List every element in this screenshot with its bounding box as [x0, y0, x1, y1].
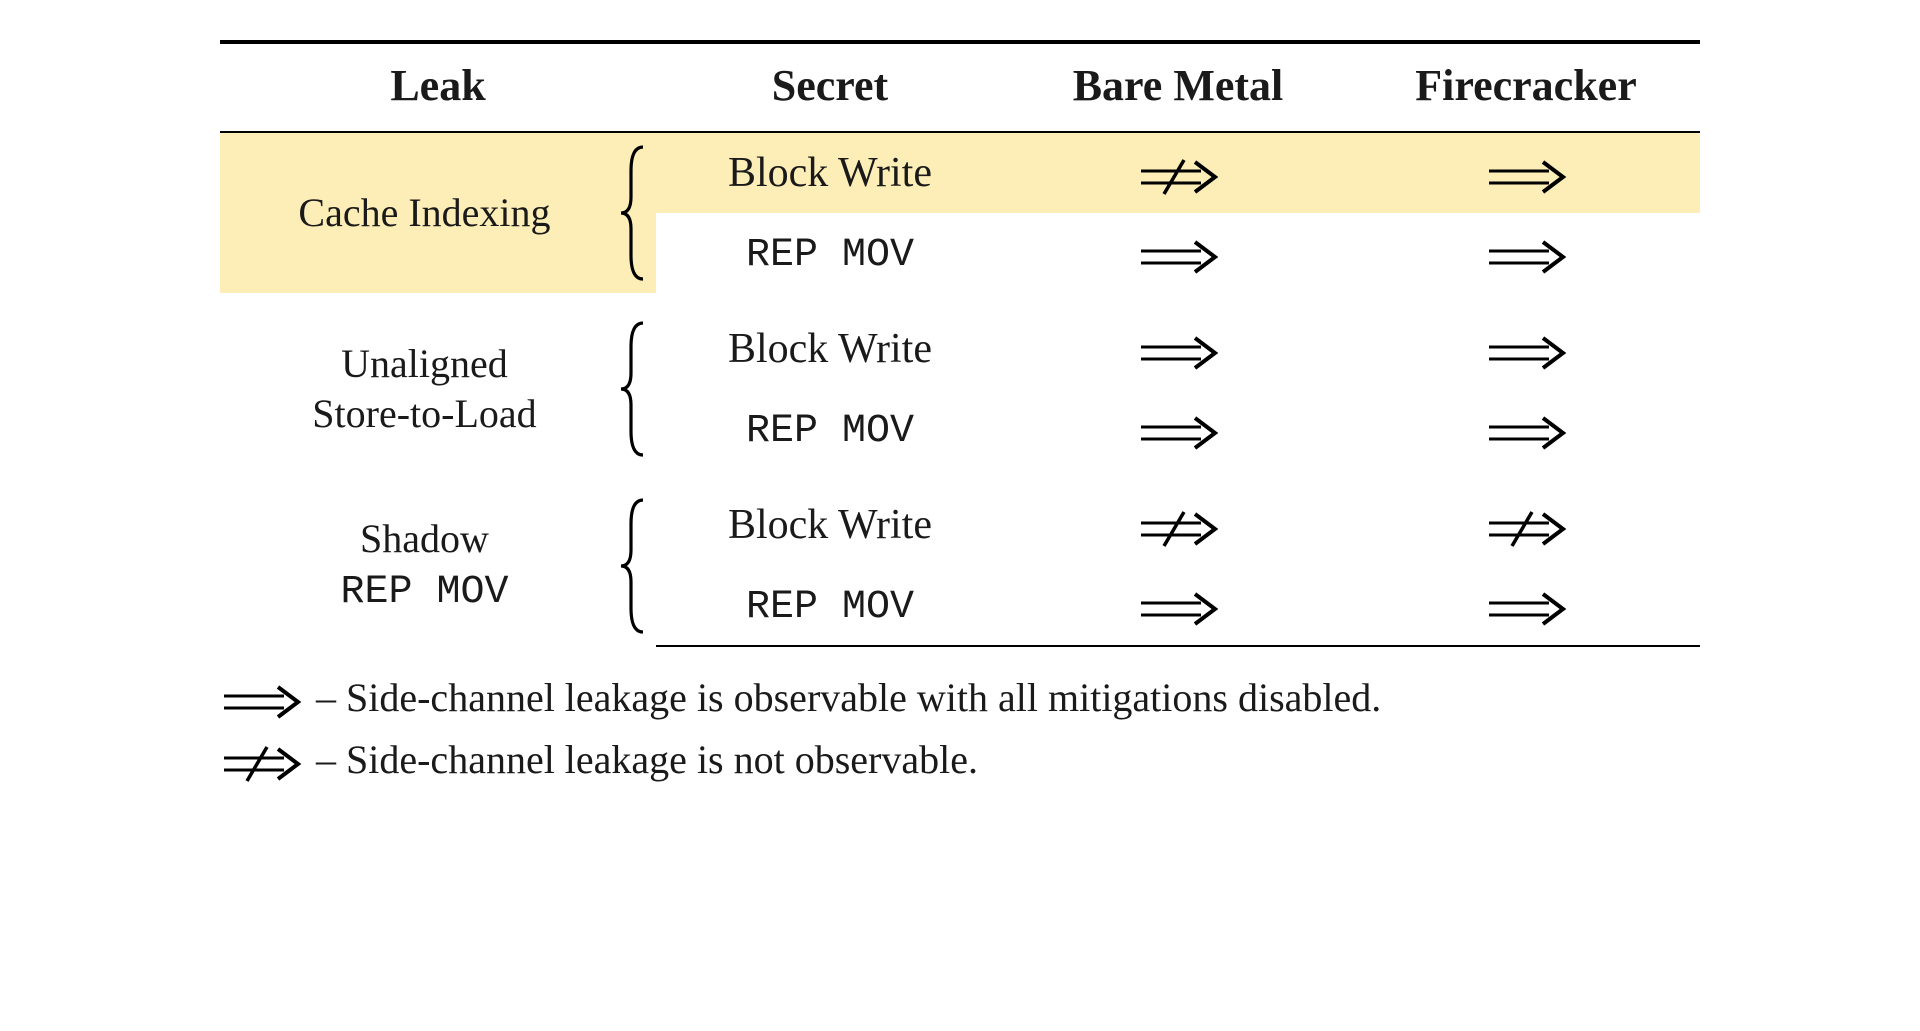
- leak-table-figure: Leak Secret Bare Metal Firecracker Cache…: [220, 40, 1700, 791]
- bare-metal-cell: [1004, 389, 1352, 469]
- arrow-observable-icon: [1485, 238, 1567, 276]
- bare-metal-cell: [1004, 565, 1352, 646]
- group-gap: [220, 469, 1700, 485]
- bare-metal-cell: [1004, 213, 1352, 293]
- arrow-observable-icon: [1485, 590, 1567, 628]
- firecracker-cell: [1352, 213, 1700, 293]
- legend-not-observable-text: – Side-channel leakage is not observable…: [316, 737, 978, 782]
- arrow-not-observable-icon: [1485, 510, 1567, 548]
- arrow-observable-icon: [1137, 334, 1219, 372]
- secret-cell: Block Write: [656, 132, 1004, 213]
- firecracker-cell: [1352, 309, 1700, 389]
- secret-cell: Block Write: [656, 309, 1004, 389]
- leak-table: Leak Secret Bare Metal Firecracker Cache…: [220, 40, 1700, 647]
- firecracker-cell: [1352, 389, 1700, 469]
- header-firecracker: Firecracker: [1352, 42, 1700, 132]
- secret-cell: REP MOV: [656, 213, 1004, 293]
- header-bare-metal: Bare Metal: [1004, 42, 1352, 132]
- group-gap: [220, 293, 1700, 309]
- table-row: ShadowREP MOVBlock Write: [220, 485, 1700, 565]
- legend-observable-text: – Side-channel leakage is observable wit…: [316, 675, 1381, 720]
- arrow-observable-icon: [1485, 414, 1567, 452]
- leak-label: UnalignedStore-to-Load: [220, 309, 609, 469]
- brace-icon: [617, 141, 647, 285]
- bare-metal-cell: [1004, 485, 1352, 565]
- header-leak: Leak: [220, 42, 656, 132]
- header-secret: Secret: [656, 42, 1004, 132]
- group-brace: [609, 485, 656, 646]
- arrow-observable-icon: [1137, 238, 1219, 276]
- firecracker-cell: [1352, 565, 1700, 646]
- bare-metal-cell: [1004, 309, 1352, 389]
- group-brace: [609, 132, 656, 293]
- secret-cell: Block Write: [656, 485, 1004, 565]
- arrow-not-observable-icon: [1137, 510, 1219, 548]
- leak-label: ShadowREP MOV: [220, 485, 609, 646]
- arrow-observable-icon: [1137, 414, 1219, 452]
- secret-cell: REP MOV: [656, 565, 1004, 646]
- firecracker-cell: [1352, 485, 1700, 565]
- legend: – Side-channel leakage is observable wit…: [220, 667, 1700, 791]
- firecracker-cell: [1352, 132, 1700, 213]
- table-row: UnalignedStore-to-LoadBlock Write: [220, 309, 1700, 389]
- arrow-observable-icon: [1137, 590, 1219, 628]
- arrow-not-observable-icon: [1137, 158, 1219, 196]
- arrow-observable-icon: [1485, 334, 1567, 372]
- brace-icon: [617, 494, 647, 638]
- group-brace: [609, 309, 656, 469]
- arrow-observable-icon: [220, 683, 302, 721]
- table-row: Cache IndexingBlock Write: [220, 132, 1700, 213]
- bare-metal-cell: [1004, 132, 1352, 213]
- leak-label: Cache Indexing: [220, 132, 609, 293]
- secret-cell: REP MOV: [656, 389, 1004, 469]
- arrow-not-observable-icon: [220, 745, 302, 783]
- brace-icon: [617, 317, 647, 461]
- arrow-observable-icon: [1485, 158, 1567, 196]
